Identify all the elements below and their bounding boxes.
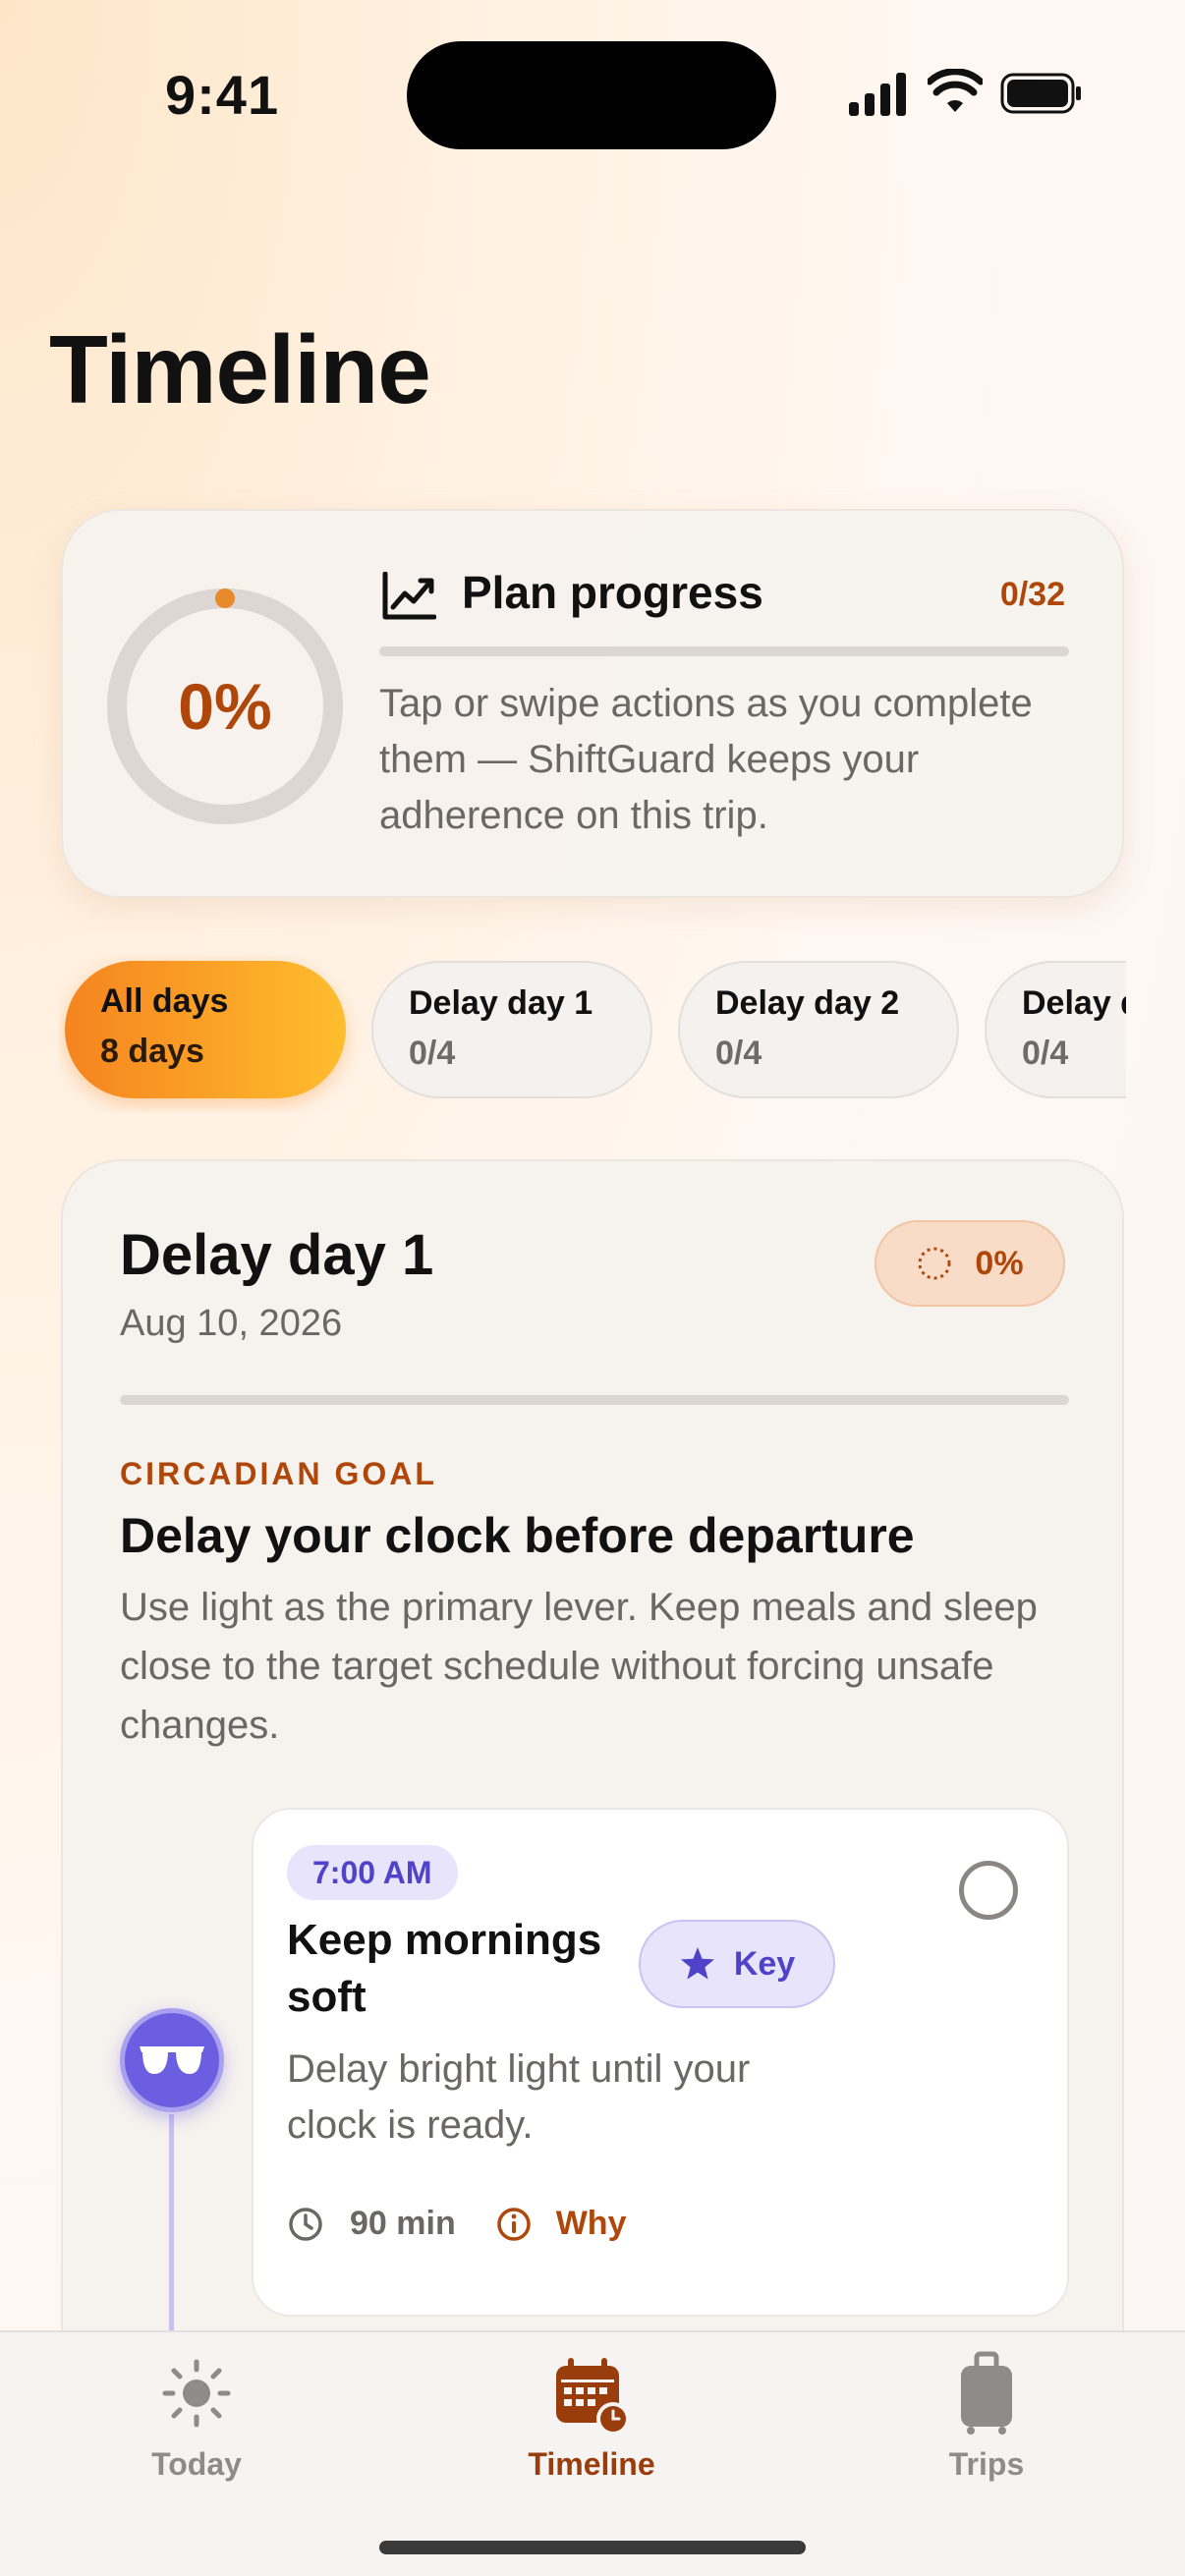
day-filter-chips[interactable]: All days 8 days Delay day 1 0/4 Delay da…	[59, 955, 1126, 1112]
progress-count: 0/32	[999, 576, 1065, 613]
tab-label: Timeline	[528, 2446, 655, 2482]
chip-subtitle: 0/4	[715, 1035, 762, 1072]
day-progress-badge: 0%	[875, 1220, 1065, 1307]
sunglasses-icon	[140, 2046, 204, 2074]
status-time: 9:41	[165, 64, 280, 126]
action-time: 7:00 AM	[287, 1845, 458, 1900]
chip-title: Delay day 1	[409, 984, 593, 1022]
tab-trips[interactable]: Trips	[859, 2348, 1114, 2495]
tab-today[interactable]: Today	[69, 2348, 324, 2495]
chip-title: Delay day 2	[715, 984, 900, 1022]
day-title: Delay day 1	[120, 1223, 434, 1287]
chip-subtitle: 0/4	[1022, 1035, 1069, 1072]
sun-icon	[162, 2359, 231, 2428]
dynamic-island	[407, 41, 776, 149]
progress-description: Tap or swipe actions as you complete the…	[379, 682, 1033, 837]
action-card[interactable]: 7:00 AM Keep mornings soft Key Delay bri…	[252, 1808, 1069, 2317]
goal-title: Delay your clock before departure	[120, 1508, 915, 1563]
key-badge: Key	[639, 1920, 835, 2008]
chip-all-days[interactable]: All days 8 days	[65, 961, 346, 1098]
timeline-node	[120, 2008, 224, 2112]
timer-icon	[289, 2207, 322, 2241]
chip-subtitle: 0/4	[409, 1035, 456, 1072]
why-link[interactable]: Why	[556, 2205, 627, 2243]
home-indicator	[379, 2541, 806, 2554]
day-card: Delay day 1 Aug 10, 2026 0% CIRCADIAN GO…	[61, 1159, 1124, 2436]
action-description: Delay bright light until your clock is r…	[287, 2047, 751, 2147]
action-meta: 90 min Why	[287, 2205, 627, 2243]
page-title: Timeline	[49, 315, 431, 423]
tab-label: Trips	[948, 2446, 1025, 2482]
chip-title: Delay d	[1022, 984, 1126, 1022]
star-icon	[680, 1947, 714, 1980]
chip-title: All days	[100, 982, 229, 1020]
action-duration: 90 min	[350, 2205, 456, 2242]
battery-icon	[1000, 73, 1081, 114]
chart-line-icon	[382, 572, 436, 620]
goal-description: Use light as the primary lever. Keep mea…	[120, 1586, 1038, 1747]
progress-ring-icon	[918, 1247, 951, 1280]
suitcase-icon	[961, 2351, 1012, 2435]
day-progress-bar	[120, 1395, 1069, 1405]
cellular-signal-icon	[849, 73, 906, 116]
info-icon[interactable]	[495, 2206, 533, 2243]
tab-label: Today	[151, 2446, 242, 2482]
chip-delay-day-3[interactable]: Delay d 0/4	[985, 961, 1126, 1098]
goal-label: CIRCADIAN GOAL	[120, 1456, 437, 1491]
tab-timeline[interactable]: Timeline	[464, 2348, 719, 2495]
progress-title: Plan progress	[462, 567, 763, 618]
progress-bar	[379, 646, 1069, 656]
key-label: Key	[733, 1944, 796, 1983]
chip-subtitle: 8 days	[100, 1033, 204, 1070]
calendar-clock-icon	[556, 2358, 630, 2436]
status-bar: 9:41	[0, 0, 1185, 187]
day-badge-text: 0%	[975, 1244, 1024, 1282]
action-title: Keep mornings soft	[287, 1916, 602, 2021]
complete-checkbox[interactable]	[959, 1861, 1018, 1920]
chip-delay-day-2[interactable]: Delay day 2 0/4	[678, 961, 959, 1098]
tab-bar: Today Timeline Trips	[0, 2330, 1185, 2576]
chip-delay-day-1[interactable]: Delay day 1 0/4	[371, 961, 652, 1098]
plan-progress-card: 0% Plan progress 0/32 Tap or swipe actio…	[61, 509, 1124, 898]
progress-percent: 0%	[178, 670, 272, 743]
wifi-icon	[928, 69, 983, 112]
day-date: Aug 10, 2026	[120, 1303, 343, 1344]
